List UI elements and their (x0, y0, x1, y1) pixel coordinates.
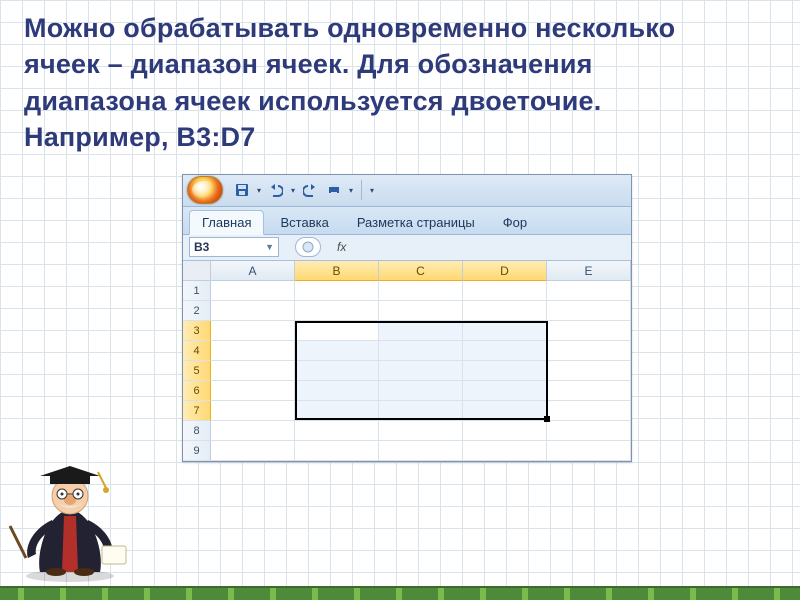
cell-B2[interactable] (295, 301, 379, 321)
tab-home[interactable]: Главная (189, 210, 264, 235)
cell-E9[interactable] (547, 441, 631, 461)
column-header-C[interactable]: C (379, 261, 463, 281)
cell-A7[interactable] (211, 401, 295, 421)
cell-B4[interactable] (295, 341, 379, 361)
cell-C6[interactable] (379, 381, 463, 401)
row-header-1[interactable]: 1 (183, 281, 211, 301)
cell-D9[interactable] (463, 441, 547, 461)
cell-D5[interactable] (463, 361, 547, 381)
worksheet-grid[interactable]: ABCDE 123456789 (183, 261, 631, 461)
cell-A5[interactable] (211, 361, 295, 381)
cell-D1[interactable] (463, 281, 547, 301)
clipart-professor (6, 454, 134, 582)
intro-example-range: B3:D7 (176, 122, 255, 152)
fx-label: fx (337, 240, 346, 254)
cell-B5[interactable] (295, 361, 379, 381)
undo-icon (269, 183, 283, 197)
row-header-2[interactable]: 2 (183, 301, 211, 321)
bottom-grass-border (0, 586, 800, 600)
cell-E1[interactable] (547, 281, 631, 301)
cell-A9[interactable] (211, 441, 295, 461)
intro-line-2: ячеек – диапазон ячеек. Для обозначения (24, 49, 593, 79)
intro-line-4-prefix: Например, (24, 122, 176, 152)
row-header-5[interactable]: 5 (183, 361, 211, 381)
cell-E7[interactable] (547, 401, 631, 421)
ribbon-tabs: Главная Вставка Разметка страницы Фор (183, 207, 631, 235)
cell-A1[interactable] (211, 281, 295, 301)
cell-E2[interactable] (547, 301, 631, 321)
cell-D4[interactable] (463, 341, 547, 361)
cell-E4[interactable] (547, 341, 631, 361)
qat-customize-dropdown[interactable]: ▾ (368, 179, 376, 201)
cell-C3[interactable] (379, 321, 463, 341)
column-header-E[interactable]: E (547, 261, 631, 281)
column-header-D[interactable]: D (463, 261, 547, 281)
row-header-3[interactable]: 3 (183, 321, 211, 341)
tab-page-layout[interactable]: Разметка страницы (345, 211, 487, 234)
worksheet-area: ABCDE 123456789 (183, 261, 631, 461)
formula-bar-row: B3 ▼ fx (183, 235, 631, 261)
cell-E5[interactable] (547, 361, 631, 381)
cell-A4[interactable] (211, 341, 295, 361)
cell-D3[interactable] (463, 321, 547, 341)
cell-D7[interactable] (463, 401, 547, 421)
row-header-9[interactable]: 9 (183, 441, 211, 461)
intro-paragraph: Можно обрабатывать одновременно нескольк… (24, 10, 776, 156)
row-header-6[interactable]: 6 (183, 381, 211, 401)
print-icon (327, 183, 341, 197)
cell-A8[interactable] (211, 421, 295, 441)
cell-B9[interactable] (295, 441, 379, 461)
tab-insert[interactable]: Вставка (268, 211, 340, 234)
save-button[interactable] (231, 179, 253, 201)
cell-C8[interactable] (379, 421, 463, 441)
office-button[interactable] (187, 176, 223, 204)
cell-E8[interactable] (547, 421, 631, 441)
cell-C9[interactable] (379, 441, 463, 461)
name-box-value: B3 (194, 240, 209, 254)
cell-A3[interactable] (211, 321, 295, 341)
save-icon (235, 183, 249, 197)
redo-icon (303, 183, 317, 197)
cell-C4[interactable] (379, 341, 463, 361)
cell-D2[interactable] (463, 301, 547, 321)
quick-print-button[interactable] (323, 179, 345, 201)
cell-C1[interactable] (379, 281, 463, 301)
column-header-A[interactable]: A (211, 261, 295, 281)
cell-B6[interactable] (295, 381, 379, 401)
print-dropdown[interactable]: ▾ (347, 179, 355, 201)
save-dropdown[interactable]: ▾ (255, 179, 263, 201)
insert-function-button[interactable] (295, 237, 321, 257)
intro-line-1: Можно обрабатывать одновременно нескольк… (24, 13, 675, 43)
cell-A2[interactable] (211, 301, 295, 321)
cell-C5[interactable] (379, 361, 463, 381)
cell-C7[interactable] (379, 401, 463, 421)
name-box[interactable]: B3 ▼ (189, 237, 279, 257)
cell-E3[interactable] (547, 321, 631, 341)
qat-separator (361, 180, 362, 200)
column-header-B[interactable]: B (295, 261, 379, 281)
redo-button[interactable] (299, 179, 321, 201)
undo-button[interactable] (265, 179, 287, 201)
cell-B8[interactable] (295, 421, 379, 441)
excel-window: ▾ ▾ ▾ ▾ Главная Вставка Разметка страниц… (182, 174, 632, 462)
cell-E6[interactable] (547, 381, 631, 401)
slide-content: Можно обрабатывать одновременно нескольк… (0, 0, 800, 462)
undo-dropdown[interactable]: ▾ (289, 179, 297, 201)
chevron-down-icon: ▼ (265, 242, 274, 252)
row-header-8[interactable]: 8 (183, 421, 211, 441)
cell-B1[interactable] (295, 281, 379, 301)
intro-line-3: диапазона ячеек используется двоеточие. (24, 86, 601, 116)
select-all-corner[interactable] (183, 261, 211, 281)
cell-C2[interactable] (379, 301, 463, 321)
cell-D6[interactable] (463, 381, 547, 401)
cell-D8[interactable] (463, 421, 547, 441)
row-header-7[interactable]: 7 (183, 401, 211, 421)
tab-formulas[interactable]: Фор (491, 211, 539, 234)
quick-access-toolbar: ▾ ▾ ▾ ▾ (183, 175, 631, 207)
row-header-4[interactable]: 4 (183, 341, 211, 361)
cell-B3[interactable] (295, 321, 379, 341)
cell-A6[interactable] (211, 381, 295, 401)
cell-B7[interactable] (295, 401, 379, 421)
orb-icon (302, 241, 314, 253)
